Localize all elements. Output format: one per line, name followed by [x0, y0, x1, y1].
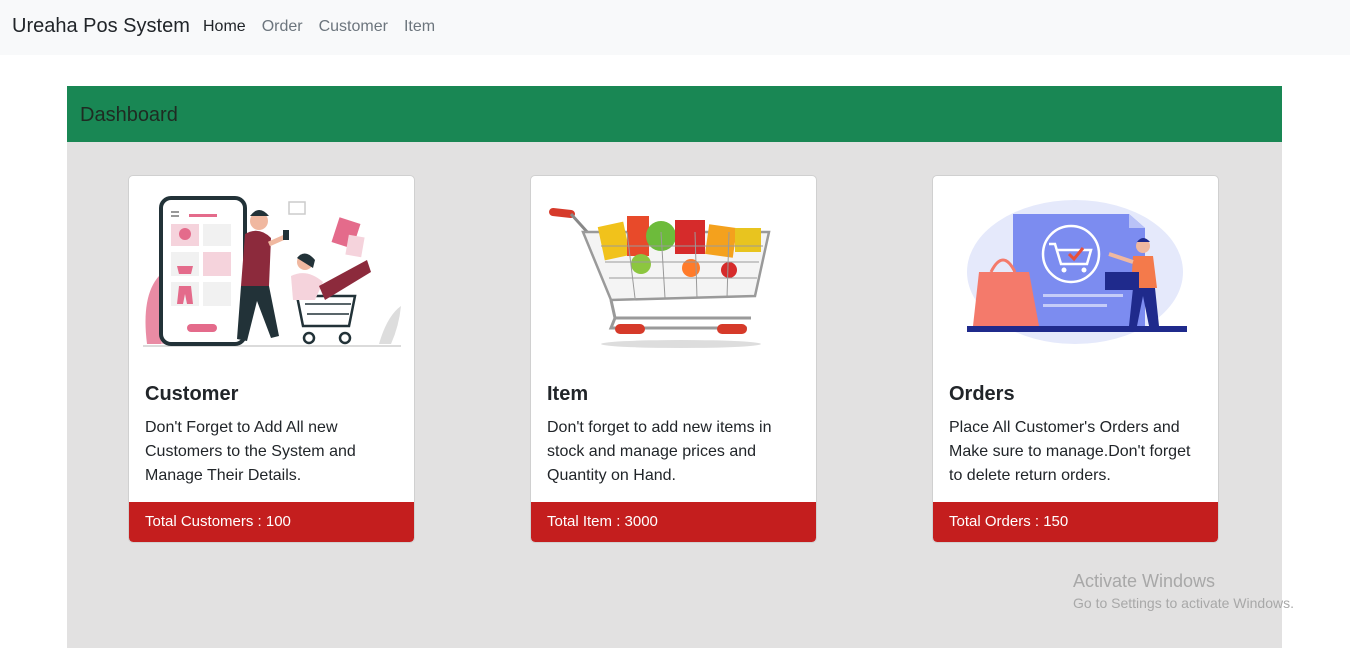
total-orders-value: 150	[1043, 513, 1069, 530]
total-orders-label-text: Total Orders :	[949, 513, 1044, 530]
card-description: Don't forget to add new items in stock a…	[547, 419, 772, 484]
nav-link-order[interactable]: Order	[262, 18, 303, 36]
online-shopping-illustration-icon	[143, 196, 401, 347]
order-checkout-illustration-icon	[967, 200, 1187, 344]
card-title: Item	[547, 383, 589, 405]
top-navbar: Ureaha Pos System Home Order Customer It…	[0, 0, 1350, 55]
card-footer-orders: Total Orders : 150	[933, 502, 1218, 542]
customer-card: Customer Don't Forget to Add All new Cus…	[128, 175, 415, 543]
orders-card: Orders Place All Customer's Orders and M…	[932, 175, 1219, 543]
nav-link-customer[interactable]: Customer	[319, 18, 388, 36]
dashboard-title: Dashboard	[80, 104, 178, 126]
card-footer-customers: Total Customers : 100	[129, 502, 414, 542]
total-customers-label-text: Total Customers :	[145, 513, 266, 530]
total-customers-label: Total Customers : 100	[145, 513, 291, 530]
card-footer-items: Total Item : 3000	[531, 502, 816, 542]
nav-link-item[interactable]: Item	[404, 18, 435, 36]
activate-windows-watermark: Activate Windows Go to Settings to activ…	[1073, 571, 1294, 611]
nav-links: Home Order Customer Item	[203, 18, 451, 36]
nav-link-home[interactable]: Home	[203, 18, 246, 36]
total-item-value: 3000	[624, 513, 658, 530]
watermark-subtitle: Go to Settings to activate Windows.	[1073, 595, 1294, 611]
shopping-cart-illustration-icon	[549, 208, 771, 348]
card-title: Customer	[145, 383, 239, 405]
item-card: Item Don't forget to add new items in st…	[530, 175, 817, 543]
total-item-label-text: Total Item :	[547, 513, 625, 530]
total-orders-label: Total Orders : 150	[949, 513, 1068, 530]
card-title: Orders	[949, 383, 1015, 405]
dashboard-header: Dashboard	[67, 86, 1282, 142]
total-customers-value: 100	[265, 513, 291, 530]
brand-link[interactable]: Ureaha Pos System	[12, 15, 190, 38]
total-item-label: Total Item : 3000	[547, 513, 658, 530]
watermark-title: Activate Windows	[1073, 571, 1216, 591]
card-description: Don't Forget to Add All new Customers to…	[145, 419, 356, 484]
card-description: Place All Customer's Orders and Make sur…	[949, 419, 1191, 484]
